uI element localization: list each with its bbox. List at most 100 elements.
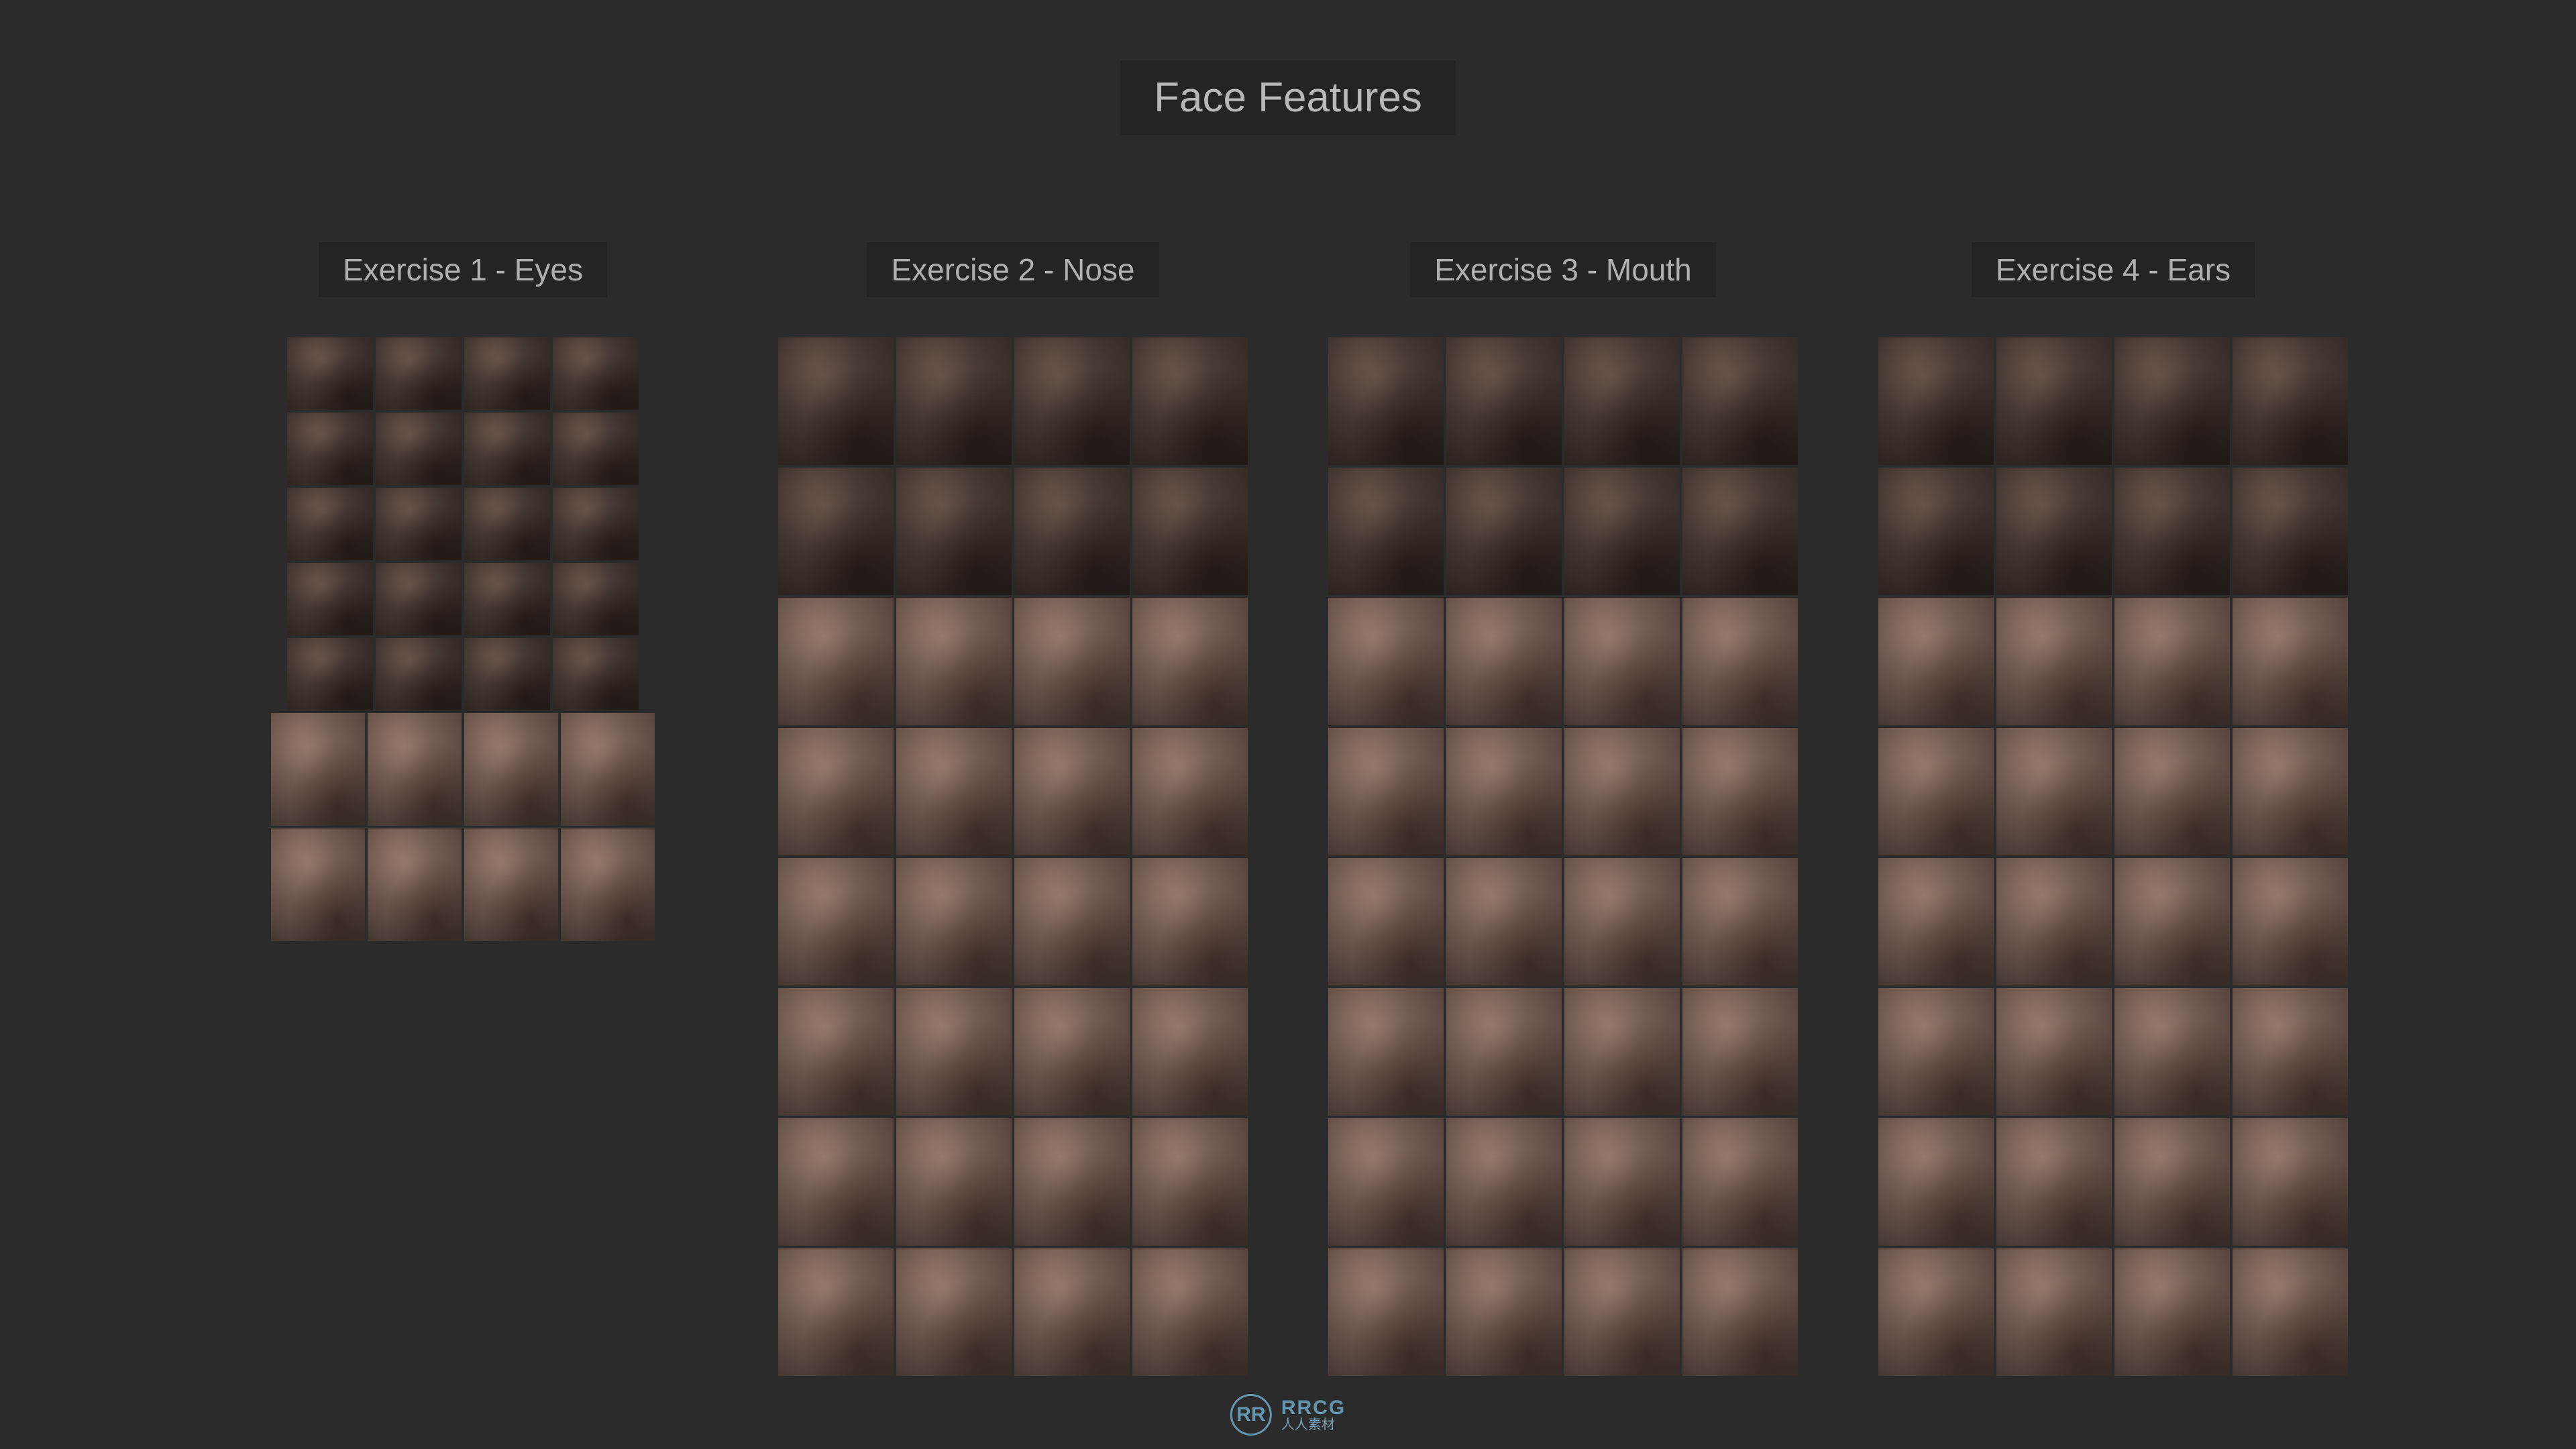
thumb <box>1446 728 1562 855</box>
thumb <box>287 337 373 410</box>
thumb <box>896 858 1012 985</box>
thumb <box>287 488 373 560</box>
thumb <box>287 563 373 635</box>
thumb <box>896 728 1012 855</box>
thumb <box>1564 988 1680 1116</box>
thumb <box>1564 1248 1680 1376</box>
thumb <box>1014 598 1130 725</box>
thumb <box>553 488 639 560</box>
watermark: RR RRCG 人人素材 <box>1230 1394 1346 1436</box>
thumb <box>1328 858 1444 985</box>
thumb <box>376 413 462 485</box>
thumb <box>464 563 550 635</box>
thumb <box>1446 988 1562 1116</box>
thumb <box>1996 858 2112 985</box>
watermark-line1: RRCG <box>1281 1397 1346 1419</box>
thumb <box>1014 1248 1130 1376</box>
thumb <box>1014 337 1130 465</box>
watermark-line2: 人人素材 <box>1281 1418 1346 1432</box>
column-nose: Exercise 2 - Nose <box>778 242 1248 1376</box>
thumb <box>561 713 655 826</box>
thumb <box>896 337 1012 465</box>
watermark-logo-icon: RR <box>1230 1394 1272 1436</box>
thumb <box>1446 337 1562 465</box>
thumb <box>1132 728 1248 855</box>
column-mouth-title: Exercise 3 - Mouth <box>1410 242 1715 297</box>
thumb <box>1328 728 1444 855</box>
page-title: Face Features <box>1120 60 1456 135</box>
thumb <box>1132 1118 1248 1246</box>
mouth-grid-bottom <box>1328 598 1798 1376</box>
thumb <box>2233 468 2348 595</box>
thumb <box>2114 728 2230 855</box>
thumb <box>1014 468 1130 595</box>
thumb <box>1878 1118 1994 1246</box>
thumb <box>1996 1118 2112 1246</box>
thumb <box>376 563 462 635</box>
thumb <box>1328 337 1444 465</box>
thumb <box>2233 1248 2348 1376</box>
thumb <box>464 488 550 560</box>
thumb <box>271 713 365 826</box>
column-eyes: Exercise 1 - Eyes <box>228 242 698 1376</box>
exercise-columns: Exercise 1 - Eyes Exercise 2 - Nose <box>0 242 2576 1376</box>
eyes-grid-top <box>287 337 639 710</box>
thumb <box>1132 598 1248 725</box>
column-mouth: Exercise 3 - Mouth <box>1328 242 1798 1376</box>
thumb <box>1564 858 1680 985</box>
thumb <box>1996 468 2112 595</box>
thumb <box>376 638 462 710</box>
thumb <box>368 713 462 826</box>
thumb <box>1132 337 1248 465</box>
thumb <box>464 337 550 410</box>
nose-grid-bottom <box>778 598 1248 1376</box>
thumb <box>1878 337 1994 465</box>
thumb <box>1996 337 2112 465</box>
thumb <box>2233 728 2348 855</box>
thumb <box>1328 468 1444 595</box>
thumb <box>1014 728 1130 855</box>
thumb <box>464 713 558 826</box>
column-ears: Exercise 4 - Ears <box>1878 242 2348 1376</box>
thumb <box>376 488 462 560</box>
thumb <box>271 828 365 941</box>
thumb <box>778 337 894 465</box>
thumb <box>1014 988 1130 1116</box>
thumb <box>2114 988 2230 1116</box>
thumb <box>1682 598 1798 725</box>
thumb <box>1682 468 1798 595</box>
eyes-grid-bottom <box>271 713 655 941</box>
thumb <box>1564 728 1680 855</box>
thumb <box>2233 598 2348 725</box>
thumb <box>1682 1118 1798 1246</box>
thumb <box>2114 337 2230 465</box>
column-ears-title: Exercise 4 - Ears <box>1972 242 2255 297</box>
thumb <box>2114 468 2230 595</box>
thumb <box>1446 858 1562 985</box>
thumb <box>1878 468 1994 595</box>
thumb <box>2114 1118 2230 1246</box>
thumb <box>1446 598 1562 725</box>
thumb <box>1564 598 1680 725</box>
thumb <box>1328 598 1444 725</box>
column-nose-title: Exercise 2 - Nose <box>867 242 1159 297</box>
column-eyes-title: Exercise 1 - Eyes <box>319 242 607 297</box>
thumb <box>778 988 894 1116</box>
thumb <box>2233 337 2348 465</box>
ears-grid-top <box>1878 337 2348 595</box>
thumb <box>1682 988 1798 1116</box>
thumb <box>1014 1118 1130 1246</box>
thumb <box>287 413 373 485</box>
thumb <box>778 1248 894 1376</box>
thumb <box>896 598 1012 725</box>
thumb <box>2114 598 2230 725</box>
thumb <box>1878 728 1994 855</box>
thumb <box>1996 598 2112 725</box>
thumb <box>1328 1248 1444 1376</box>
thumb <box>553 563 639 635</box>
thumb <box>1446 468 1562 595</box>
nose-grid-top <box>778 337 1248 595</box>
thumb <box>464 413 550 485</box>
thumb <box>1132 1248 1248 1376</box>
thumb <box>2233 988 2348 1116</box>
